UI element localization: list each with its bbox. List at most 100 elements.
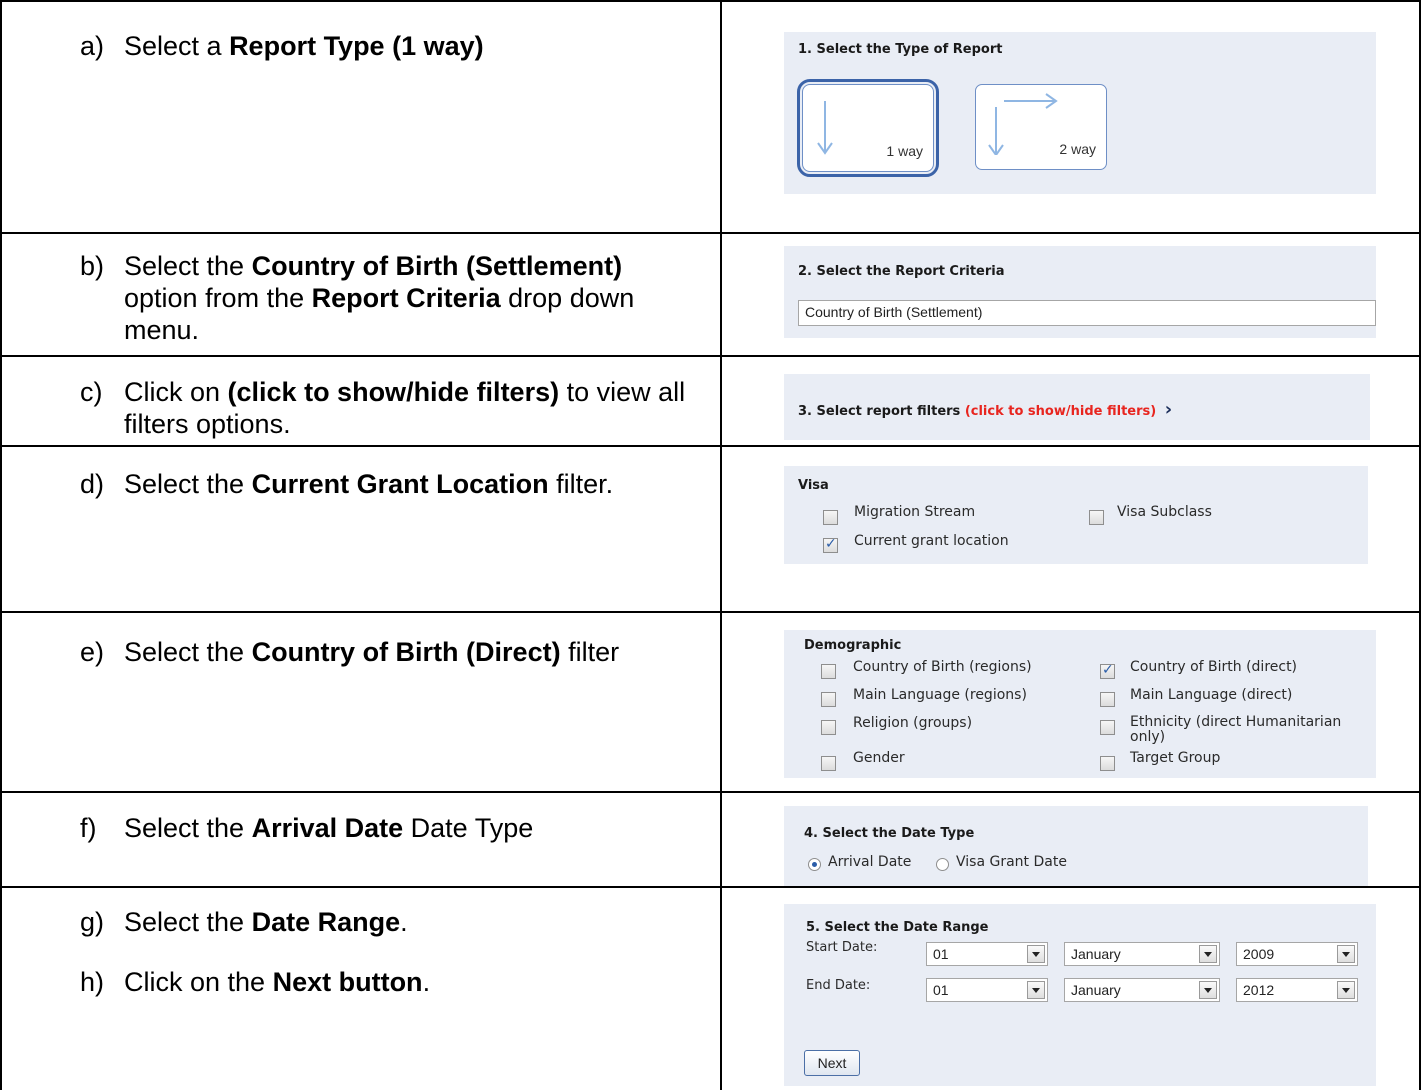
start-day-value: 01 bbox=[933, 946, 949, 962]
step-label: g) bbox=[80, 907, 105, 937]
date-range-title: 5. Select the Date Range bbox=[806, 920, 989, 935]
ethnicity-direct-checkbox[interactable] bbox=[1100, 720, 1115, 735]
step-label: a) bbox=[80, 31, 105, 61]
visa-grant-date-label: Visa Grant Date bbox=[956, 854, 1067, 870]
country-of-birth-direct-label: Country of Birth (direct) bbox=[1130, 659, 1298, 675]
column-divider bbox=[720, 0, 722, 1090]
country-of-birth-regions-label: Country of Birth (regions) bbox=[853, 659, 1032, 675]
toggle-filters-link[interactable]: (click to show/hide filters) bbox=[965, 404, 1156, 419]
step-text: Select the bbox=[124, 637, 252, 667]
visa-heading: Visa bbox=[798, 478, 829, 493]
current-grant-location-checkbox[interactable] bbox=[823, 536, 838, 553]
chevron-down-icon[interactable] bbox=[1337, 981, 1355, 999]
report-type-2way-button[interactable]: 2 way bbox=[975, 84, 1107, 170]
main-language-regions-checkbox[interactable] bbox=[821, 692, 836, 707]
report-filters-title-text: 3. Select report filters bbox=[798, 404, 965, 419]
table-border-left bbox=[0, 0, 2, 1090]
end-month-select[interactable]: January bbox=[1064, 978, 1220, 1002]
country-of-birth-regions-checkbox[interactable] bbox=[821, 664, 836, 679]
row-divider bbox=[0, 232, 1421, 234]
report-criteria-title: 2. Select the Report Criteria bbox=[798, 264, 1005, 279]
report-type-2way-label: 2 way bbox=[1059, 141, 1096, 157]
main-language-regions-label: Main Language (regions) bbox=[853, 687, 1027, 703]
arrival-date-radio[interactable] bbox=[808, 858, 821, 871]
chevron-right-icon[interactable]: › bbox=[1165, 399, 1172, 420]
step-label: d) bbox=[80, 469, 105, 499]
end-month-value: January bbox=[1071, 982, 1121, 998]
religion-groups-checkbox[interactable] bbox=[821, 720, 836, 735]
step-h: h) Click on the Next button. bbox=[80, 966, 430, 998]
main-language-direct-label: Main Language (direct) bbox=[1130, 687, 1293, 703]
report-type-1way-label: 1 way bbox=[886, 143, 923, 159]
step-text: Select the bbox=[124, 813, 252, 843]
ethnicity-direct-label: Ethnicity (direct Humanitarian only) bbox=[1130, 714, 1342, 745]
report-type-1way-button[interactable]: 1 way bbox=[797, 79, 939, 177]
step-a: a) Select a Report Type (1 way) bbox=[80, 30, 484, 62]
down-arrow-icon bbox=[817, 101, 833, 155]
step-e: e) Select the Country of Birth (Direct) f… bbox=[80, 636, 664, 668]
chevron-down-icon[interactable] bbox=[1199, 945, 1217, 963]
report-criteria-select[interactable]: Country of Birth (Settlement) bbox=[798, 300, 1376, 326]
report-filters-title: 3. Select report filters (click to show/… bbox=[798, 399, 1172, 420]
step-label: e) bbox=[80, 637, 105, 667]
row-divider bbox=[0, 445, 1421, 447]
end-day-value: 01 bbox=[933, 982, 949, 998]
main-language-direct-checkbox[interactable] bbox=[1100, 692, 1115, 707]
end-day-select[interactable]: 01 bbox=[926, 978, 1048, 1002]
date-type-title: 4. Select the Date Type bbox=[804, 826, 975, 841]
migration-stream-checkbox[interactable] bbox=[823, 510, 838, 525]
row-divider bbox=[0, 611, 1421, 613]
step-g: g) Select the Date Range. bbox=[80, 906, 408, 938]
step-text: Select a bbox=[124, 31, 230, 61]
start-month-select[interactable]: January bbox=[1064, 942, 1220, 966]
report-criteria-panel: 2. Select the Report Criteria Country of… bbox=[784, 246, 1376, 338]
visa-subclass-checkbox[interactable] bbox=[1089, 510, 1104, 525]
chevron-down-icon[interactable] bbox=[1027, 945, 1045, 963]
religion-groups-label: Religion (groups) bbox=[853, 715, 973, 731]
step-bold: Report Criteria bbox=[311, 283, 501, 313]
current-grant-location-label: Current grant location bbox=[854, 533, 1009, 549]
visa-filter-panel: Visa Migration Stream Visa Subclass Curr… bbox=[784, 466, 1368, 564]
visa-subclass-label: Visa Subclass bbox=[1117, 504, 1212, 520]
two-way-arrows-icon bbox=[988, 93, 1058, 155]
step-bold: Arrival Date bbox=[251, 813, 404, 843]
report-type-title: 1. Select the Type of Report bbox=[798, 42, 1003, 57]
start-year-select[interactable]: 2009 bbox=[1236, 942, 1358, 966]
step-text: option from the bbox=[124, 283, 312, 313]
step-text: Date Type bbox=[403, 813, 534, 843]
date-type-panel: 4. Select the Date Type Arrival Date Vis… bbox=[784, 806, 1368, 886]
step-bold: Current Grant Location bbox=[251, 469, 549, 499]
step-label: c) bbox=[80, 377, 103, 407]
step-label: f) bbox=[80, 813, 97, 843]
target-group-label: Target Group bbox=[1130, 750, 1221, 766]
date-range-panel: 5. Select the Date Range Start Date: 01 … bbox=[784, 904, 1376, 1086]
step-text: filter. bbox=[548, 469, 614, 499]
gender-label: Gender bbox=[853, 750, 905, 766]
step-label: b) bbox=[80, 251, 105, 281]
gender-checkbox[interactable] bbox=[821, 756, 836, 771]
step-text: Click on the bbox=[124, 967, 273, 997]
step-bold: Report Type (1 way) bbox=[229, 31, 484, 61]
migration-stream-label: Migration Stream bbox=[854, 504, 976, 520]
report-filters-panel: 3. Select report filters (click to show/… bbox=[784, 374, 1370, 440]
next-button[interactable]: Next bbox=[804, 1050, 860, 1076]
start-month-value: January bbox=[1071, 946, 1121, 962]
chevron-down-icon[interactable] bbox=[1337, 945, 1355, 963]
row-divider bbox=[0, 355, 1421, 357]
step-bold: Country of Birth (Settlement) bbox=[251, 251, 623, 281]
visa-grant-date-radio[interactable] bbox=[936, 858, 949, 871]
step-text: filter bbox=[560, 637, 620, 667]
step-text: . bbox=[400, 907, 408, 937]
start-day-select[interactable]: 01 bbox=[926, 942, 1048, 966]
end-year-select[interactable]: 2012 bbox=[1236, 978, 1358, 1002]
report-type-panel: 1. Select the Type of Report 1 way 2 way bbox=[784, 32, 1376, 194]
chevron-down-icon[interactable] bbox=[1199, 981, 1217, 999]
row-divider bbox=[0, 791, 1421, 793]
arrival-date-label: Arrival Date bbox=[828, 854, 912, 870]
chevron-down-icon[interactable] bbox=[1027, 981, 1045, 999]
target-group-checkbox[interactable] bbox=[1100, 756, 1115, 771]
table-border-top bbox=[0, 0, 1421, 2]
start-year-value: 2009 bbox=[1243, 946, 1275, 962]
country-of-birth-direct-checkbox[interactable] bbox=[1100, 662, 1115, 679]
step-text: Select the bbox=[124, 907, 252, 937]
